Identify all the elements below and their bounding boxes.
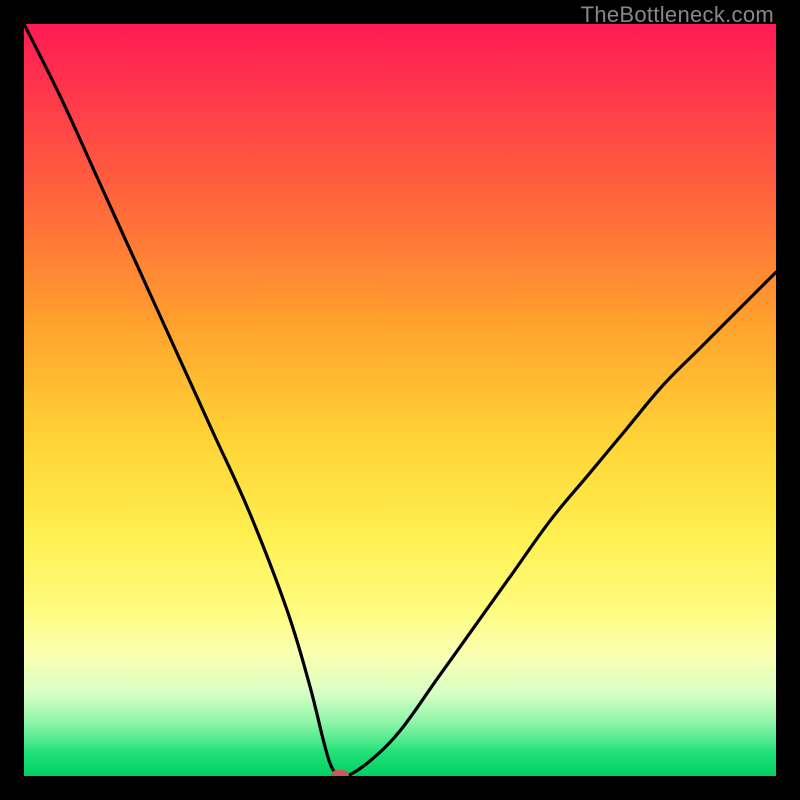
chart-frame — [0, 0, 800, 800]
watermark-text: TheBottleneck.com — [581, 2, 774, 28]
